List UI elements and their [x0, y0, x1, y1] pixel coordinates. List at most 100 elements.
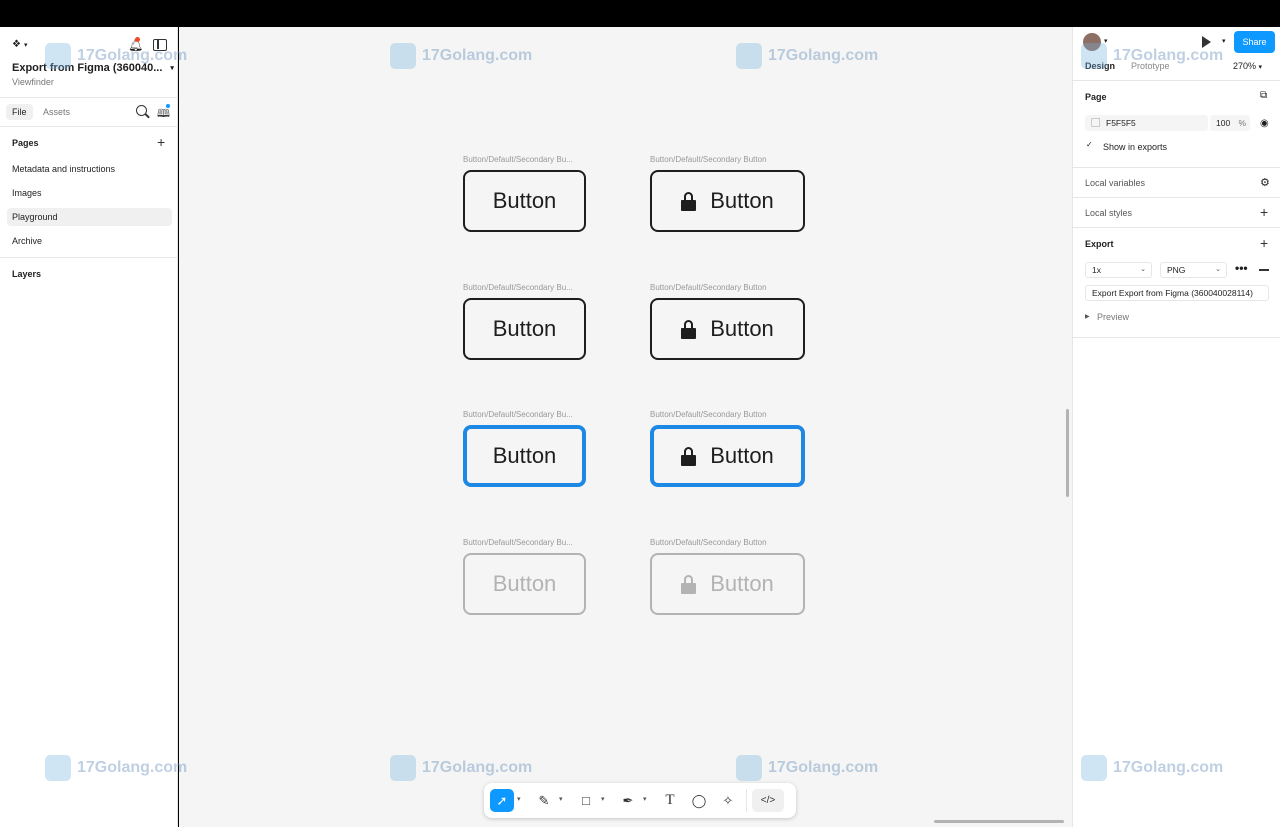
add-export-icon[interactable]: +	[1260, 236, 1268, 250]
tab-file[interactable]: File	[6, 104, 33, 120]
export-button[interactable]: Export Export from Figma (360040028114)	[1085, 285, 1269, 301]
tab-assets[interactable]: Assets	[37, 104, 76, 120]
layers-heading: Layers	[12, 269, 42, 279]
share-button[interactable]: Share	[1234, 31, 1275, 53]
color-swatch[interactable]	[1091, 118, 1100, 127]
secondary-button-with-lock-disabled[interactable]: Button	[650, 553, 805, 615]
vertical-scrollbar[interactable]	[1066, 409, 1069, 497]
chevron-down-icon[interactable]: ▾	[601, 795, 605, 803]
button-label: Button	[710, 443, 774, 468]
styles-icon[interactable]: ⧉	[1260, 90, 1267, 101]
frame-label[interactable]: Button/Default/Secondary Button	[650, 538, 767, 547]
notification-dot	[135, 37, 140, 42]
disclosure-triangle-icon[interactable]: ▶	[1085, 313, 1090, 320]
frame-label[interactable]: Button/Default/Secondary Button	[650, 155, 767, 164]
frame-label[interactable]: Button/Default/Secondary Bu...	[463, 283, 573, 292]
secondary-button-focus[interactable]: Button	[463, 425, 586, 487]
chevron-down-icon[interactable]: ▾	[517, 795, 521, 803]
sidebar-toggle-icon[interactable]	[153, 39, 167, 51]
zoom-value: 270%	[1233, 61, 1257, 71]
search-icon[interactable]	[136, 105, 147, 116]
variables-icon[interactable]: ⚙	[1260, 176, 1270, 189]
chevron-down-icon: ▾	[170, 65, 174, 72]
secondary-button-with-lock[interactable]: Button	[650, 170, 805, 232]
horizontal-scrollbar[interactable]	[934, 820, 1064, 823]
button-label: Button	[710, 188, 774, 213]
pages-heading: Pages	[12, 138, 39, 148]
pen-tool-icon[interactable]: ✒	[616, 789, 640, 812]
chevron-down-icon[interactable]: ▾	[1222, 37, 1226, 45]
project-name[interactable]: Viewfinder	[12, 77, 54, 87]
secondary-button-with-lock[interactable]: Button	[650, 298, 805, 360]
toolbar-divider	[746, 789, 747, 812]
frame-label[interactable]: Button/Default/Secondary Button	[650, 283, 767, 292]
page-color-field[interactable]: F5F5F5	[1085, 115, 1208, 131]
canvas[interactable]: Button/Default/Secondary Bu... Button Bu…	[179, 27, 1072, 827]
divider	[1073, 167, 1280, 168]
page-opacity-field[interactable]: 100 %	[1210, 115, 1250, 131]
divider	[1073, 337, 1280, 338]
file-title[interactable]: Export from Figma (360040... ▾	[12, 62, 174, 75]
secondary-button-with-lock-focus[interactable]: Button	[650, 425, 805, 487]
visibility-eye-icon[interactable]: ◉	[1260, 118, 1269, 129]
tab-prototype[interactable]: Prototype	[1131, 61, 1170, 71]
dev-mode-icon[interactable]: </>	[752, 789, 784, 812]
figma-logo-icon: ❖	[12, 39, 21, 50]
preview-label[interactable]: Preview	[1097, 312, 1129, 322]
export-heading: Export	[1085, 239, 1114, 249]
library-dot	[166, 104, 170, 108]
page-item-archive[interactable]: Archive	[7, 232, 172, 250]
frame-label[interactable]: Button/Default/Secondary Bu...	[463, 410, 573, 419]
show-in-exports-label: Show in exports	[1103, 142, 1168, 152]
page-item-playground[interactable]: Playground	[7, 208, 172, 226]
checkbox-checked[interactable]: ✓	[1086, 140, 1096, 150]
comment-tool-icon[interactable]: ◯	[687, 789, 711, 812]
frame-label[interactable]: Button/Default/Secondary Bu...	[463, 155, 573, 164]
button-label: Button	[492, 571, 557, 596]
local-variables-label[interactable]: Local variables	[1085, 178, 1145, 188]
button-label: Button	[492, 316, 557, 341]
chevron-down-icon: ▾	[23, 41, 28, 49]
zoom-level[interactable]: 270% ▾	[1233, 61, 1262, 71]
secondary-button[interactable]: Button	[463, 298, 586, 360]
chevron-down-icon[interactable]: ▾	[559, 795, 563, 803]
bottom-toolbar: ➚ ▾ ✎ ▾ □ ▾ ✒ ▾ T ◯ ✧ </>	[484, 783, 796, 818]
chevron-down-icon[interactable]: ▾	[1104, 37, 1108, 45]
actions-tool-icon[interactable]: ✧	[716, 789, 740, 812]
export-scale-select[interactable]: 1x ⌄	[1085, 262, 1152, 278]
lock-icon	[681, 319, 697, 339]
chevron-down-icon: ⌄	[1215, 266, 1221, 273]
main-menu-button[interactable]: ❖ ▾	[12, 39, 27, 50]
text-tool-icon[interactable]: T	[658, 789, 682, 812]
present-play-icon[interactable]	[1202, 36, 1211, 48]
button-label: Button	[492, 188, 557, 213]
chevron-down-icon: ▾	[1258, 64, 1263, 71]
more-options-icon[interactable]: •••	[1235, 261, 1248, 275]
page-heading: Page	[1085, 92, 1107, 102]
chevron-down-icon: ⌄	[1140, 266, 1146, 273]
button-label: Button	[710, 316, 774, 341]
frame-label[interactable]: Button/Default/Secondary Button	[650, 410, 767, 419]
file-name: Export from Figma (360040...	[12, 62, 163, 74]
remove-export-icon[interactable]	[1259, 269, 1269, 271]
right-panel: ▾ ▾ Share Design Prototype 270% ▾ Page ⧉…	[1072, 27, 1280, 827]
chevron-down-icon[interactable]: ▾	[643, 795, 647, 803]
frame-label[interactable]: Button/Default/Secondary Bu...	[463, 538, 573, 547]
secondary-button-disabled[interactable]: Button	[463, 553, 586, 615]
local-styles-label[interactable]: Local styles	[1085, 208, 1132, 218]
page-item-images[interactable]: Images	[7, 184, 172, 202]
button-label: Button	[492, 443, 557, 468]
pencil-tool-icon[interactable]: ✎	[532, 789, 556, 812]
tab-design[interactable]: Design	[1085, 61, 1115, 71]
add-page-icon[interactable]: +	[157, 135, 165, 149]
move-tool-icon[interactable]: ➚	[490, 789, 514, 812]
secondary-button[interactable]: Button	[463, 170, 586, 232]
divider	[0, 257, 178, 258]
opacity-unit: %	[1238, 118, 1246, 128]
lock-icon	[681, 191, 697, 211]
page-item-metadata[interactable]: Metadata and instructions	[7, 160, 172, 178]
avatar[interactable]	[1083, 33, 1101, 51]
add-style-icon[interactable]: +	[1260, 205, 1268, 219]
export-format-select[interactable]: PNG ⌄	[1160, 262, 1227, 278]
rectangle-tool-icon[interactable]: □	[574, 789, 598, 812]
